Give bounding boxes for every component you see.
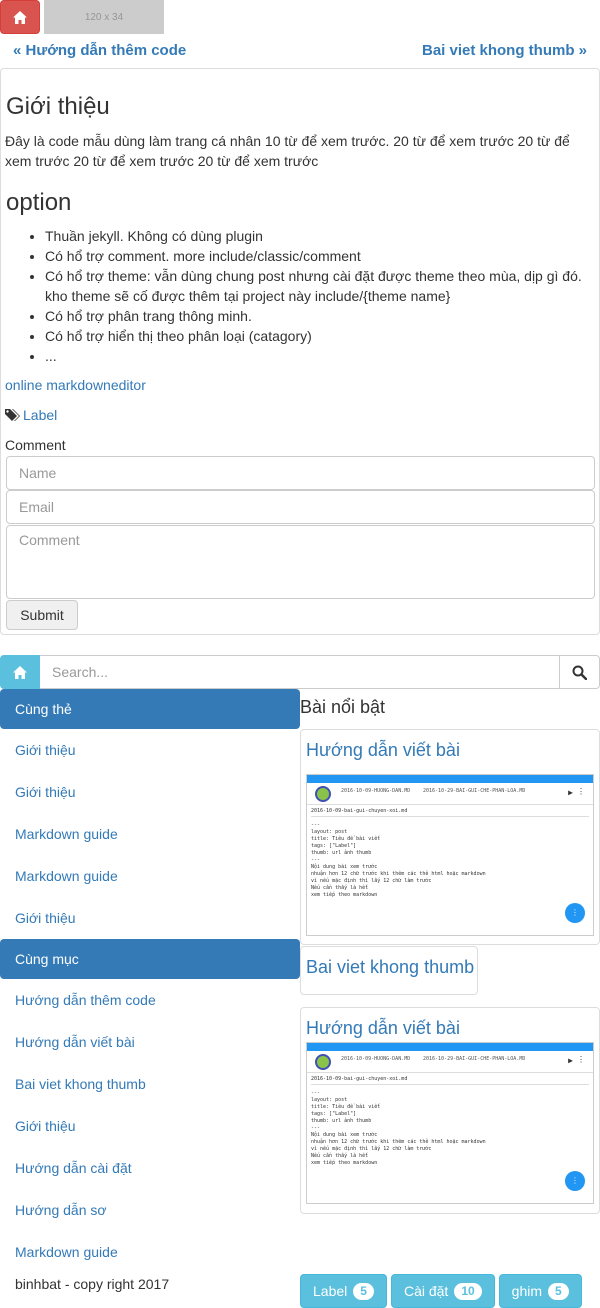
list-item: Có hổ trợ phân trang thông minh. (45, 306, 593, 326)
featured-card[interactable]: Hướng dẫn viết bài 2016-10-09-HUONG-DAN.… (300, 729, 600, 945)
top-bar: 120 x 34 (0, 0, 600, 34)
tag-label: Label (313, 1283, 348, 1299)
home-button[interactable] (0, 0, 40, 34)
search-button[interactable] (559, 655, 600, 689)
tag-button-cai-dat[interactable]: Cài đặt 10 (390, 1274, 495, 1308)
sidebar-item[interactable]: Bai viet khong thumb (0, 1063, 300, 1105)
comment-label: Comment (5, 437, 66, 453)
same-category-heading: Cùng mục (0, 939, 300, 979)
search-home-button[interactable] (0, 655, 40, 689)
tag-label: Cài đặt (403, 1283, 449, 1299)
sidebar-item[interactable]: Hướng dẫn cài đặt (0, 1147, 300, 1189)
tag-count-badge: 5 (353, 1282, 374, 1300)
tag-button-label[interactable]: Label 5 (300, 1274, 387, 1308)
sidebar: Cùng thẻ Giới thiệu Giới thiệu Markdown … (0, 689, 300, 1273)
intro-text: Đây là code mẫu dùng làm trang cá nhân 1… (5, 133, 570, 169)
featured-heading: Bài nổi bật (300, 697, 386, 717)
fab-icon: ⋮ (565, 1171, 585, 1191)
thumb-file-path: 2016-10-09-bai-gui-chuyen-xoi.md (311, 1076, 589, 1085)
thumb-header: 2016-10-09-HUONG-DAN.MD 2016-10-29-BAI-G… (307, 783, 593, 805)
comment-field[interactable] (6, 525, 595, 599)
post-tag: Label (5, 407, 57, 423)
sidebar-item[interactable]: Giới thiệu (0, 1105, 300, 1147)
tag-buttons: Label 5 Cài đặt 10 ghim 5 (300, 1274, 582, 1308)
tag-count-badge: 5 (548, 1282, 569, 1300)
sidebar-item[interactable]: Hướng dẫn thêm code (0, 979, 300, 1021)
play-icon: ▶ (568, 1056, 573, 1065)
list-item: Có hổ trợ theme: vẫn dùng chung post như… (45, 266, 593, 306)
tag-count-badge: 10 (454, 1282, 482, 1300)
sidebar-item[interactable]: Giới thiệu (0, 897, 300, 939)
tag-label: ghim (511, 1283, 543, 1299)
sidebar-item[interactable]: Hướng dẫn viết bài (0, 1021, 300, 1063)
previous-post-link[interactable]: « Hướng dẫn thêm code (13, 42, 186, 59)
sidebar-item[interactable]: Giới thiệu (0, 729, 300, 771)
tags-icon (5, 409, 20, 421)
featured-thumbnail[interactable]: 2016-10-09-HUONG-DAN.MD 2016-10-29-BAI-G… (306, 1042, 594, 1204)
more-vert-icon: ⋮ (577, 1055, 585, 1064)
featured-card[interactable]: Bai viet khong thumb (300, 946, 478, 995)
submit-button[interactable]: Submit (6, 600, 78, 630)
search-bar (0, 655, 600, 689)
app-logo-icon (315, 786, 331, 802)
same-tag-heading: Cùng thẻ (0, 689, 300, 729)
next-post-link[interactable]: Bai viet khong thumb » (422, 42, 587, 59)
fab-icon: ⋮ (565, 903, 585, 923)
list-item: Có hổ trợ comment. more include/classic/… (45, 246, 593, 266)
email-field[interactable] (6, 490, 595, 524)
featured-card[interactable]: Hướng dẫn viết bài 2016-10-09-HUONG-DAN.… (300, 1007, 600, 1214)
label-link[interactable]: Label (23, 407, 57, 423)
home-icon (13, 665, 27, 679)
option-list: Thuần jekyll. Không có dùng plugin Có hổ… (5, 226, 593, 366)
list-item: Thuần jekyll. Không có dùng plugin (45, 226, 593, 246)
thumb-code: --- layout: post title: Tiêu đề bài viết… (311, 822, 486, 898)
thumb-header-right: 2016-10-29-BAI-GUI-CHE-PHAN-LOA.MD (423, 1056, 526, 1062)
thumb-header-left: 2016-10-09-HUONG-DAN.MD (341, 1056, 411, 1062)
search-icon (572, 665, 587, 680)
sidebar-item[interactable]: Hướng dẫn sơ (0, 1189, 300, 1231)
post-panel: Giới thiệu Đây là code mẫu dùng làm tran… (0, 68, 600, 635)
list-item: ... (45, 346, 593, 366)
sidebar-item[interactable]: Giới thiệu (0, 771, 300, 813)
sidebar-item[interactable]: Markdown guide (0, 855, 300, 897)
featured-card-title[interactable]: Hướng dẫn viết bài (306, 1018, 460, 1039)
option-heading: option (6, 189, 72, 216)
featured-thumbnail[interactable]: 2016-10-09-HUONG-DAN.MD 2016-10-29-BAI-G… (306, 774, 594, 936)
logo-placeholder: 120 x 34 (44, 0, 164, 34)
copyright: binhbat - copy right 2017 (15, 1276, 170, 1292)
sidebar-item[interactable]: Markdown guide (0, 1231, 300, 1273)
featured-card-title[interactable]: Bai viet khong thumb (306, 957, 474, 978)
thumb-header-right: 2016-10-29-BAI-GUI-CHE-PHAN-LOA.MD (423, 788, 526, 794)
search-input[interactable] (40, 655, 560, 689)
markdown-editor-link[interactable]: online markdowneditor (5, 377, 146, 393)
sidebar-item[interactable]: Markdown guide (0, 813, 300, 855)
thumb-header: 2016-10-09-HUONG-DAN.MD 2016-10-29-BAI-G… (307, 1051, 593, 1073)
home-icon (13, 10, 27, 24)
name-field[interactable] (6, 456, 595, 490)
thumb-status-bar (307, 1043, 593, 1051)
tag-button-ghim[interactable]: ghim 5 (498, 1274, 582, 1308)
thumb-status-bar (307, 775, 593, 783)
thumb-code: --- layout: post title: Tiêu đề bài viết… (311, 1090, 486, 1166)
post-pager: « Hướng dẫn thêm code Bai viet khong thu… (0, 40, 600, 62)
list-item: Có hổ trợ hiển thị theo phân loại (catag… (45, 326, 593, 346)
intro-heading: Giới thiệu (6, 93, 110, 120)
thumb-file-path: 2016-10-09-bai-gui-chuyen-xoi.md (311, 808, 589, 817)
app-logo-icon (315, 1054, 331, 1070)
more-vert-icon: ⋮ (577, 787, 585, 796)
thumb-header-left: 2016-10-09-HUONG-DAN.MD (341, 788, 411, 794)
featured-card-title[interactable]: Hướng dẫn viết bài (306, 740, 460, 761)
play-icon: ▶ (568, 788, 573, 797)
